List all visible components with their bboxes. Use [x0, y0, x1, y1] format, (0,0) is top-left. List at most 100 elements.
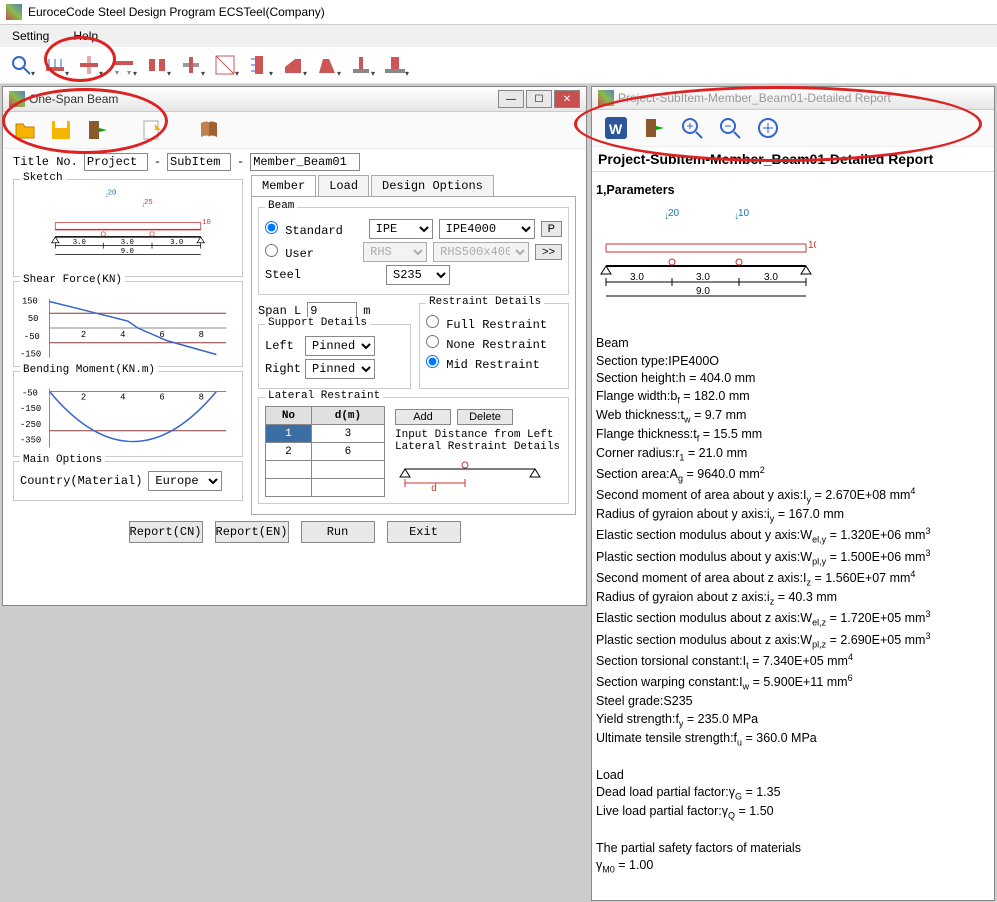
lateral-group: Lateral Restraint Nod(m) 13 26: [258, 397, 569, 504]
tool-beam6-icon[interactable]: [210, 51, 240, 79]
left-window: One-Span Beam — ☐ ✕ Title No. - -: [2, 86, 587, 606]
tool-base1-icon[interactable]: [346, 51, 376, 79]
more-button[interactable]: >>: [535, 244, 562, 260]
svg-text:4: 4: [120, 392, 125, 402]
report-sketch: ↓20 ↓10 10 3.0 3.0 3.0 9.0: [596, 204, 816, 324]
tool-beam3-icon[interactable]: [108, 51, 138, 79]
tool-zoom-icon[interactable]: [6, 51, 36, 79]
tool-beam5-icon[interactable]: [176, 51, 206, 79]
svg-text:-50: -50: [22, 388, 38, 398]
tool-beam7-icon[interactable]: [244, 51, 274, 79]
title-no-label: Title No.: [13, 155, 78, 169]
svg-text:2: 2: [81, 330, 86, 340]
lateral-note2: Lateral Restraint Details: [395, 441, 562, 453]
report-cn-button[interactable]: Report(CN): [129, 521, 203, 543]
book-icon[interactable]: [193, 116, 225, 144]
svg-text:8: 8: [199, 392, 204, 402]
support-left-select[interactable]: Pinned: [305, 336, 375, 356]
delete-button[interactable]: Delete: [457, 409, 513, 425]
svg-text:6: 6: [159, 392, 164, 402]
steel-select[interactable]: S235: [386, 265, 450, 285]
tool-beam8-icon[interactable]: [278, 51, 308, 79]
app-title: EuroceCode Steel Design Program ECSTeel(…: [28, 5, 325, 19]
zoom-in-icon[interactable]: [676, 114, 708, 142]
steel-label: Steel: [265, 268, 301, 282]
title-no-member[interactable]: [250, 153, 360, 171]
tab-load[interactable]: Load: [318, 175, 369, 196]
svg-text:3.0: 3.0: [696, 272, 710, 283]
add-button[interactable]: Add: [395, 409, 451, 425]
tabs: Member Load Design Options: [251, 175, 576, 197]
tab-design-options[interactable]: Design Options: [371, 175, 494, 196]
tab-member[interactable]: Member: [251, 175, 316, 196]
report-en-button[interactable]: Report(EN): [215, 521, 289, 543]
svg-text:-50: -50: [24, 332, 40, 342]
open-icon[interactable]: [9, 116, 41, 144]
restraint-mid-radio[interactable]: [426, 355, 439, 368]
standard-size-select[interactable]: IPE4000: [439, 219, 535, 239]
sketch-group: Sketch ↓20 ↓25 10 3.0: [13, 179, 243, 277]
report-body[interactable]: 1,Parameters ↓20 ↓10 10 3.0 3.0 3.0 9.0 …: [592, 172, 994, 900]
table-row: 13: [266, 425, 385, 443]
exit-button[interactable]: Exit: [387, 521, 461, 543]
svg-text:-150: -150: [20, 404, 41, 414]
zoom-fit-icon[interactable]: [752, 114, 784, 142]
p-button[interactable]: P: [541, 221, 562, 237]
moment-chart-svg: -50 -150 -250 -350 2 4 6 8: [20, 378, 236, 458]
min-button[interactable]: —: [498, 90, 524, 108]
svg-text:50: 50: [28, 314, 39, 324]
moment-chart-group: Bending Moment(KN.m) -50 -150 -250 -350 …: [13, 371, 243, 457]
shear-chart-group: Shear Force(KN) 150 50 -50 -150 2 4 6 8: [13, 281, 243, 367]
menu-help[interactable]: Help: [69, 27, 102, 45]
left-window-titlebar: One-Span Beam — ☐ ✕: [3, 87, 586, 112]
menu-setting[interactable]: Setting: [8, 27, 53, 45]
close-button[interactable]: ✕: [554, 90, 580, 108]
support-right-select[interactable]: Pinned: [305, 359, 375, 379]
title-no-subitem[interactable]: [167, 153, 231, 171]
lateral-sketch: d: [395, 453, 545, 493]
svg-text:4: 4: [120, 330, 125, 340]
main-options-group: Main Options Country(Material) Europe: [13, 461, 243, 501]
close-report-icon[interactable]: [638, 114, 670, 142]
restraint-full-radio[interactable]: [426, 315, 439, 328]
tool-beam1-icon[interactable]: [40, 51, 70, 79]
workspace: One-Span Beam — ☐ ✕ Title No. - -: [0, 84, 997, 902]
window-icon: [598, 90, 614, 106]
support-group: Support Details LeftPinned RightPinned: [258, 324, 411, 389]
svg-text:8: 8: [199, 330, 204, 340]
country-label: Country(Material): [20, 474, 142, 488]
country-select[interactable]: Europe: [148, 471, 222, 491]
tool-beam9-icon[interactable]: [312, 51, 342, 79]
restraint-none-radio[interactable]: [426, 335, 439, 348]
title-no-project[interactable]: [84, 153, 148, 171]
user-radio[interactable]: [265, 244, 278, 257]
zoom-out-icon[interactable]: [714, 114, 746, 142]
left-toolbar: [3, 112, 586, 149]
svg-text:20: 20: [108, 190, 117, 198]
max-button[interactable]: ☐: [526, 90, 552, 108]
user-size-select[interactable]: RHS500x400x12x: [433, 242, 529, 262]
svg-text:20: 20: [668, 208, 680, 219]
svg-text:-150: -150: [20, 349, 41, 359]
right-window-titlebar: Project-SubItem-Member_Beam01-Detailed R…: [592, 87, 994, 110]
svg-text:-250: -250: [20, 420, 41, 430]
run-button[interactable]: Run: [301, 521, 375, 543]
lateral-table[interactable]: Nod(m) 13 26: [265, 406, 385, 497]
section-parameters: 1,Parameters: [596, 182, 990, 200]
svg-text:-350: -350: [20, 436, 41, 446]
word-export-icon[interactable]: W: [600, 114, 632, 142]
tool-base2-icon[interactable]: [380, 51, 410, 79]
save-icon[interactable]: [45, 116, 77, 144]
svg-text:3.0: 3.0: [170, 239, 183, 247]
psf-head: The partial safety factors of materials: [596, 840, 990, 858]
exit-door-icon[interactable]: [81, 116, 113, 144]
tool-beam4-icon[interactable]: [142, 51, 172, 79]
standard-family-select[interactable]: IPE: [369, 219, 433, 239]
edit-icon[interactable]: [137, 116, 169, 144]
user-family-select[interactable]: RHS: [363, 242, 427, 262]
tool-beam2-icon[interactable]: [74, 51, 104, 79]
svg-text:3.0: 3.0: [121, 239, 134, 247]
svg-text:W: W: [609, 121, 623, 137]
app-icon: [6, 4, 22, 20]
standard-radio[interactable]: [265, 221, 278, 234]
